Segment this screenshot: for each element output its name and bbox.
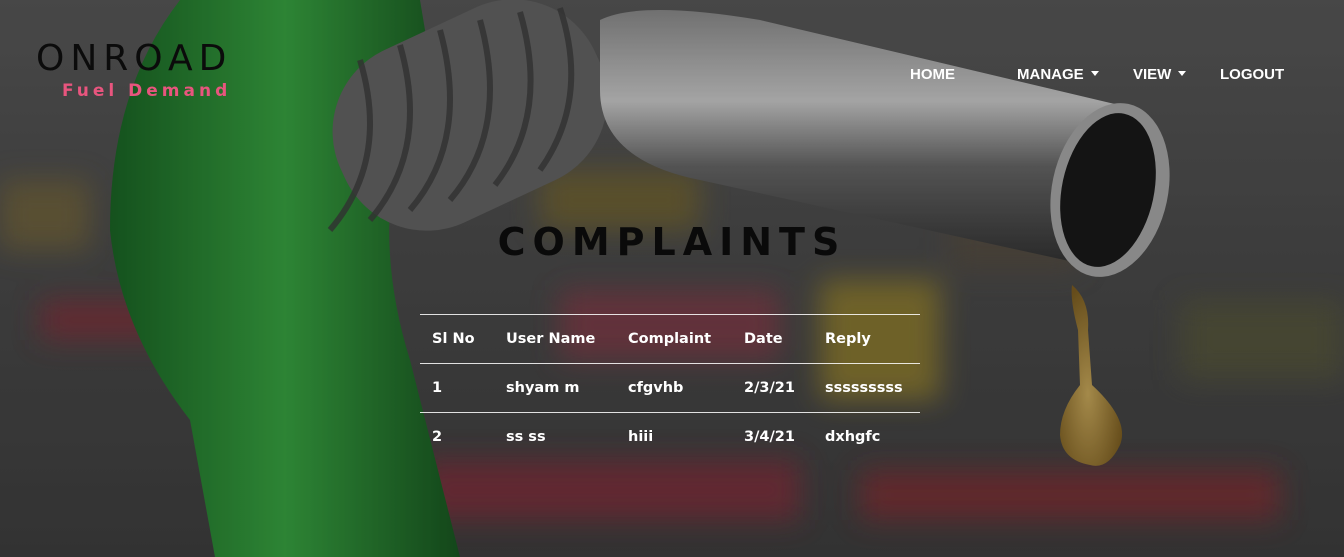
- nav-manage-label: MANAGE: [1017, 66, 1084, 83]
- cell-complaint: hiii: [616, 412, 732, 461]
- nav-view-dropdown[interactable]: VIEW: [1133, 66, 1187, 83]
- cell-date: 2/3/21: [732, 363, 813, 413]
- column-header-user-name: User Name: [494, 314, 616, 364]
- cell-complaint: cfgvhb: [616, 363, 732, 413]
- cell-reply: dxhgfc: [813, 412, 920, 461]
- table-header-row: Sl No User Name Complaint Date Reply: [420, 314, 920, 364]
- cell-user-name: shyam m: [494, 363, 616, 413]
- nav-logout-link[interactable]: LOGOUT: [1220, 66, 1284, 83]
- caret-down-icon: [1090, 71, 1099, 76]
- nav-home-link[interactable]: HOME: [910, 66, 955, 83]
- column-header-reply: Reply: [813, 314, 920, 364]
- table-row: 1 shyam m cfgvhb 2/3/21 sssssssss: [420, 363, 920, 413]
- cell-user-name: ss ss: [494, 412, 616, 461]
- page-title-container: COMPLAINTS: [0, 220, 1344, 264]
- cell-sl-no: 1: [420, 363, 494, 413]
- nav-view-label: VIEW: [1133, 66, 1172, 83]
- column-header-complaint: Complaint: [616, 314, 732, 364]
- page-title: COMPLAINTS: [497, 220, 847, 264]
- complaints-table: Sl No User Name Complaint Date Reply 1 s…: [420, 314, 920, 461]
- table-row: 2 ss ss hiii 3/4/21 dxhgfc: [420, 412, 920, 461]
- cell-reply: sssssssss: [813, 363, 920, 413]
- top-navigation: HOME MANAGE VIEW LOGOUT: [0, 66, 1344, 86]
- cell-date: 3/4/21: [732, 412, 813, 461]
- cell-sl-no: 2: [420, 412, 494, 461]
- column-header-date: Date: [732, 314, 813, 364]
- caret-down-icon: [1178, 71, 1187, 76]
- nav-manage-dropdown[interactable]: MANAGE: [1017, 66, 1099, 83]
- column-header-sl-no: Sl No: [420, 314, 494, 364]
